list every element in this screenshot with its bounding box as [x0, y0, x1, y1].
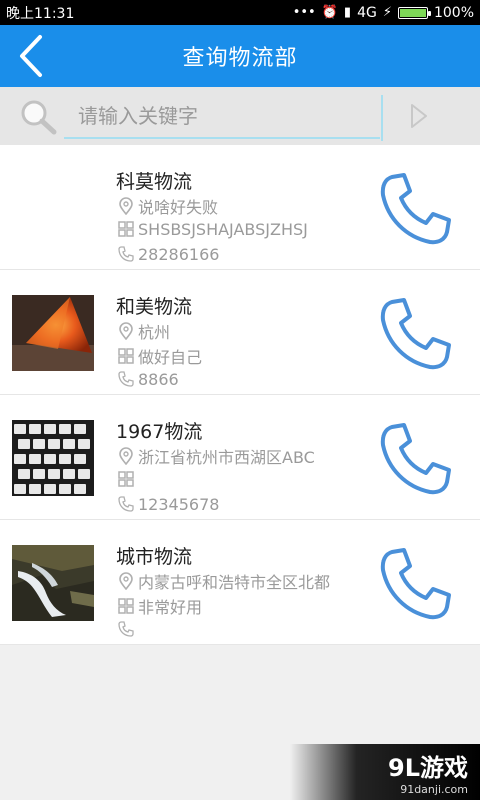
location-pin-icon	[116, 196, 136, 216]
page-title: 查询物流部	[182, 46, 298, 71]
search-divider	[381, 95, 383, 141]
company-name: 科莫物流	[116, 171, 193, 193]
company-name: 城市物流	[116, 546, 193, 568]
company-phone: 12345678	[138, 494, 220, 514]
app-bar: 查询物流部	[0, 25, 480, 87]
call-button[interactable]	[378, 296, 456, 372]
company-thumbnail	[12, 420, 94, 496]
phone-small-icon	[116, 369, 136, 389]
company-name: 和美物流	[116, 296, 193, 318]
call-button[interactable]	[378, 171, 456, 247]
alarm-icon: ⏰	[321, 5, 338, 20]
location-pin-icon	[116, 571, 136, 591]
status-bar: 晚上11:31 ••• ⏰ ▮ 4G ⚡ 100%	[0, 0, 480, 25]
call-button[interactable]	[378, 546, 456, 622]
call-button[interactable]	[378, 421, 456, 497]
phone-icon	[380, 173, 451, 245]
search-icon	[21, 100, 57, 135]
company-address: 杭州	[138, 323, 171, 342]
company-address: 内蒙古呼和浩特市全区北都	[138, 573, 331, 592]
grid-icon	[116, 596, 136, 616]
chevron-left-icon	[20, 35, 42, 77]
battery-percent: 100%	[433, 4, 474, 21]
status-time: 晚上11:31	[6, 5, 75, 22]
company-phone: 8866	[138, 369, 179, 389]
signal-icon: ▮	[343, 5, 352, 20]
watermark: 9L游戏 91danji.com	[290, 744, 480, 800]
logistics-list: 科莫物流 说啥好失败 SHSBSJSHAJABSJZHSJ 28286166 和…	[0, 145, 480, 645]
location-pin-icon	[116, 446, 136, 466]
phone-icon	[380, 548, 451, 620]
search-input[interactable]	[64, 95, 380, 137]
network-label: 4G	[357, 4, 377, 21]
phone-small-icon	[116, 494, 136, 514]
list-item[interactable]: 城市物流 内蒙古呼和浩特市全区北都 非常好用	[0, 520, 480, 645]
watermark-logo: 9L游戏	[388, 754, 468, 782]
company-name: 1967物流	[116, 421, 203, 443]
play-arrow-icon	[411, 104, 427, 128]
watermark-url: 91danji.com	[400, 783, 468, 796]
company-thumbnail	[12, 295, 94, 371]
company-address: 说啥好失败	[138, 198, 219, 217]
phone-small-icon	[116, 244, 136, 264]
company-thumbnail	[12, 545, 94, 621]
location-pin-icon	[116, 321, 136, 341]
search-go-button[interactable]	[405, 101, 433, 131]
grid-icon	[116, 469, 136, 489]
company-note: SHSBSJSHAJABSJZHSJ	[138, 219, 308, 239]
list-item[interactable]: 科莫物流 说啥好失败 SHSBSJSHAJABSJZHSJ 28286166	[0, 145, 480, 270]
phone-icon	[380, 423, 451, 495]
more-dots-icon: •••	[292, 5, 316, 20]
search-bar	[0, 87, 480, 145]
company-note: 做好自己	[138, 348, 203, 367]
list-item[interactable]: 和美物流 杭州 做好自己 8866	[0, 270, 480, 395]
grid-icon	[116, 219, 136, 239]
phone-small-icon	[116, 619, 136, 639]
company-note: 非常好用	[138, 598, 203, 617]
back-button[interactable]	[8, 33, 54, 79]
grid-icon	[116, 346, 136, 366]
battery-icon	[397, 6, 431, 19]
charging-icon: ⚡	[382, 5, 392, 20]
phone-icon	[380, 298, 451, 370]
company-address: 浙江省杭州市西湖区ABC	[138, 448, 315, 467]
list-item[interactable]: 1967物流 浙江省杭州市西湖区ABC 12345678	[0, 395, 480, 520]
company-phone: 28286166	[138, 244, 220, 264]
